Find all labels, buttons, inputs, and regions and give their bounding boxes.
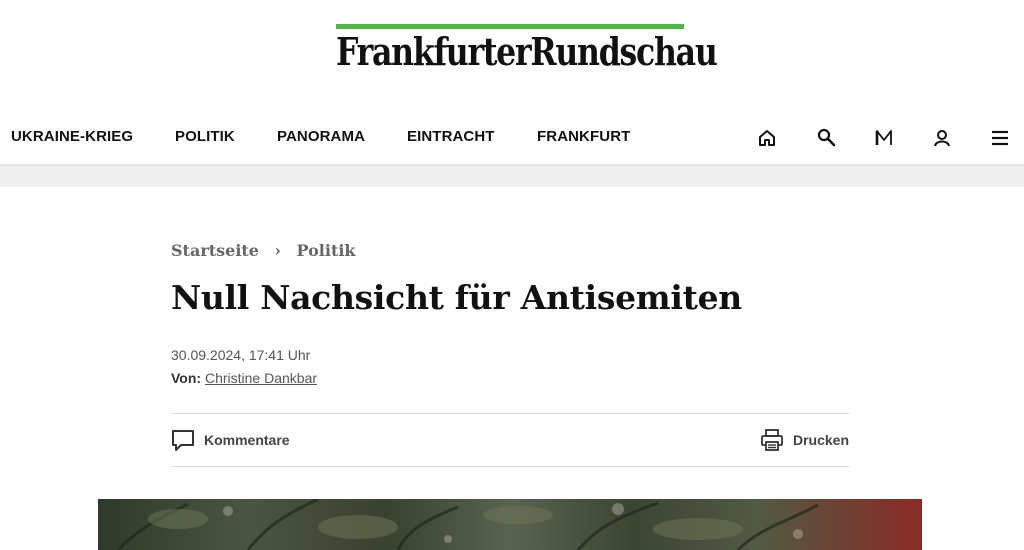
article-actions-bar: Kommentare Drucken <box>171 413 849 467</box>
breadcrumb: Startseite › Politik <box>171 240 356 260</box>
site-logo[interactable]: FrankfurterRundschau <box>336 30 718 74</box>
article-title: Null Nachsicht für Antisemiten <box>171 278 742 317</box>
main-navigation: UKRAINE-KRIEG POLITIK PANORAMA EINTRACHT… <box>0 110 1024 166</box>
printer-icon <box>761 429 783 451</box>
nav-item-ukraine-krieg[interactable]: UKRAINE-KRIEG <box>11 128 133 145</box>
nav-item-eintracht[interactable]: EINTRACHT <box>407 128 495 145</box>
menu-icon[interactable] <box>989 127 1011 149</box>
m-icon[interactable] <box>873 127 895 149</box>
chevron-right-icon: › <box>274 241 281 260</box>
comment-icon <box>172 430 194 451</box>
user-icon[interactable] <box>931 127 953 149</box>
print-label: Drucken <box>792 432 849 448</box>
ad-placeholder-strip <box>0 166 1024 187</box>
nav-item-panorama[interactable]: PANORAMA <box>277 128 365 145</box>
print-button[interactable]: Drucken <box>760 428 849 452</box>
nav-item-politik[interactable]: POLITIK <box>175 128 235 145</box>
article-date: 30.09.2024, 17:41 Uhr <box>171 347 311 363</box>
comments-label: Kommentare <box>204 432 290 448</box>
nav-item-frankfurt[interactable]: FRANKFURT <box>537 128 630 145</box>
comments-button[interactable]: Kommentare <box>171 428 290 452</box>
article-author-line: Von: Christine Dankbar <box>171 370 317 386</box>
site-header: FrankfurterRundschau <box>0 0 1024 100</box>
breadcrumb-section-link[interactable]: Politik <box>297 241 356 260</box>
search-icon[interactable] <box>816 127 838 149</box>
home-icon[interactable] <box>756 127 778 149</box>
breadcrumb-home-link[interactable]: Startseite <box>171 241 259 260</box>
author-link[interactable]: Christine Dankbar <box>205 370 317 386</box>
author-prefix: Von: <box>171 370 202 386</box>
article-hero-image <box>98 499 922 550</box>
